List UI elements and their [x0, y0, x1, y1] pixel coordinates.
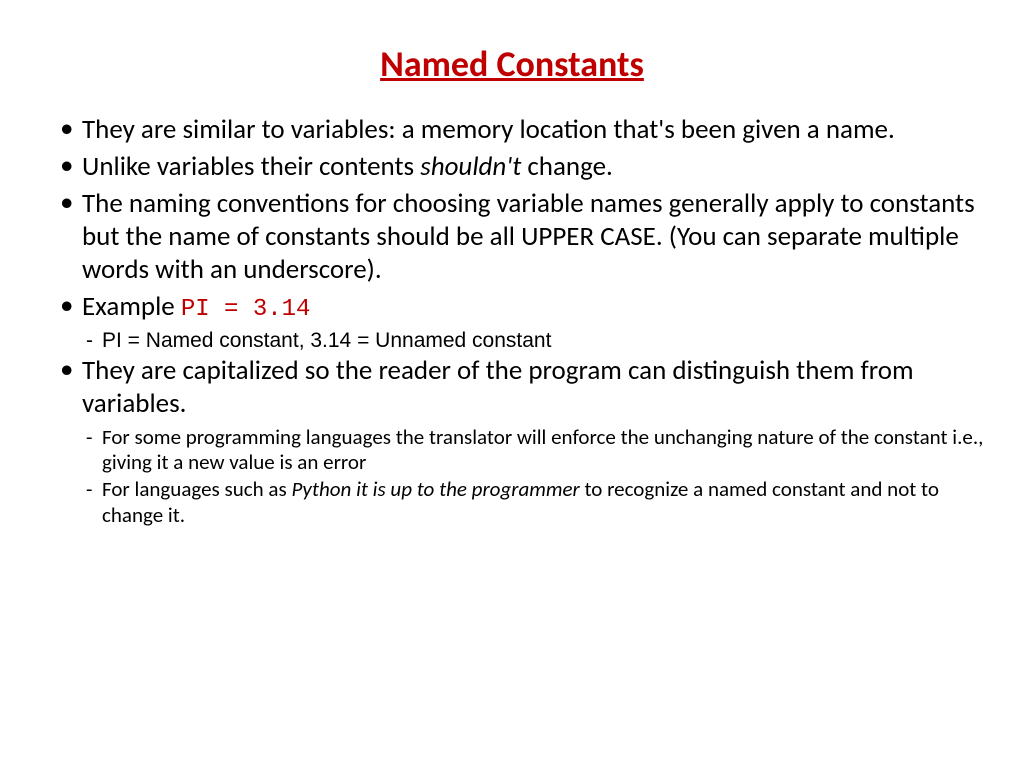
- bullet-2: Unlike variables their contents shouldn'…: [60, 151, 984, 184]
- bullet-2-pre: Unlike variables their contents: [82, 150, 420, 183]
- bullet-2-post: change.: [521, 150, 613, 183]
- bullet-5-sub1: For some programming languages the trans…: [60, 425, 984, 475]
- bullet-4: Example PI = 3.14: [60, 291, 984, 324]
- bullet-5-sub2-em: Python it is up to the programmer: [291, 476, 579, 502]
- slide: Named Constants They are similar to vari…: [0, 42, 1024, 768]
- bullet-4-sub: PI = Named constant, 3.14 = Unnamed cons…: [60, 328, 984, 353]
- bullet-4-code: PI = 3.14: [181, 296, 311, 323]
- bullet-5-sub2: For languages such as Python it is up to…: [60, 477, 984, 527]
- bullet-5: They are capitalized so the reader of th…: [60, 355, 984, 421]
- bullet-3: The naming conventions for choosing vari…: [60, 188, 984, 287]
- bullet-2-em: shouldn't: [420, 150, 521, 183]
- bullet-1: They are similar to variables: a memory …: [60, 114, 984, 147]
- bullet-4-label: Example: [82, 290, 181, 323]
- slide-content: They are similar to variables: a memory …: [0, 114, 1024, 528]
- slide-title: Named Constants: [0, 42, 1024, 86]
- bullet-5-sub2-pre: For languages such as: [102, 476, 291, 502]
